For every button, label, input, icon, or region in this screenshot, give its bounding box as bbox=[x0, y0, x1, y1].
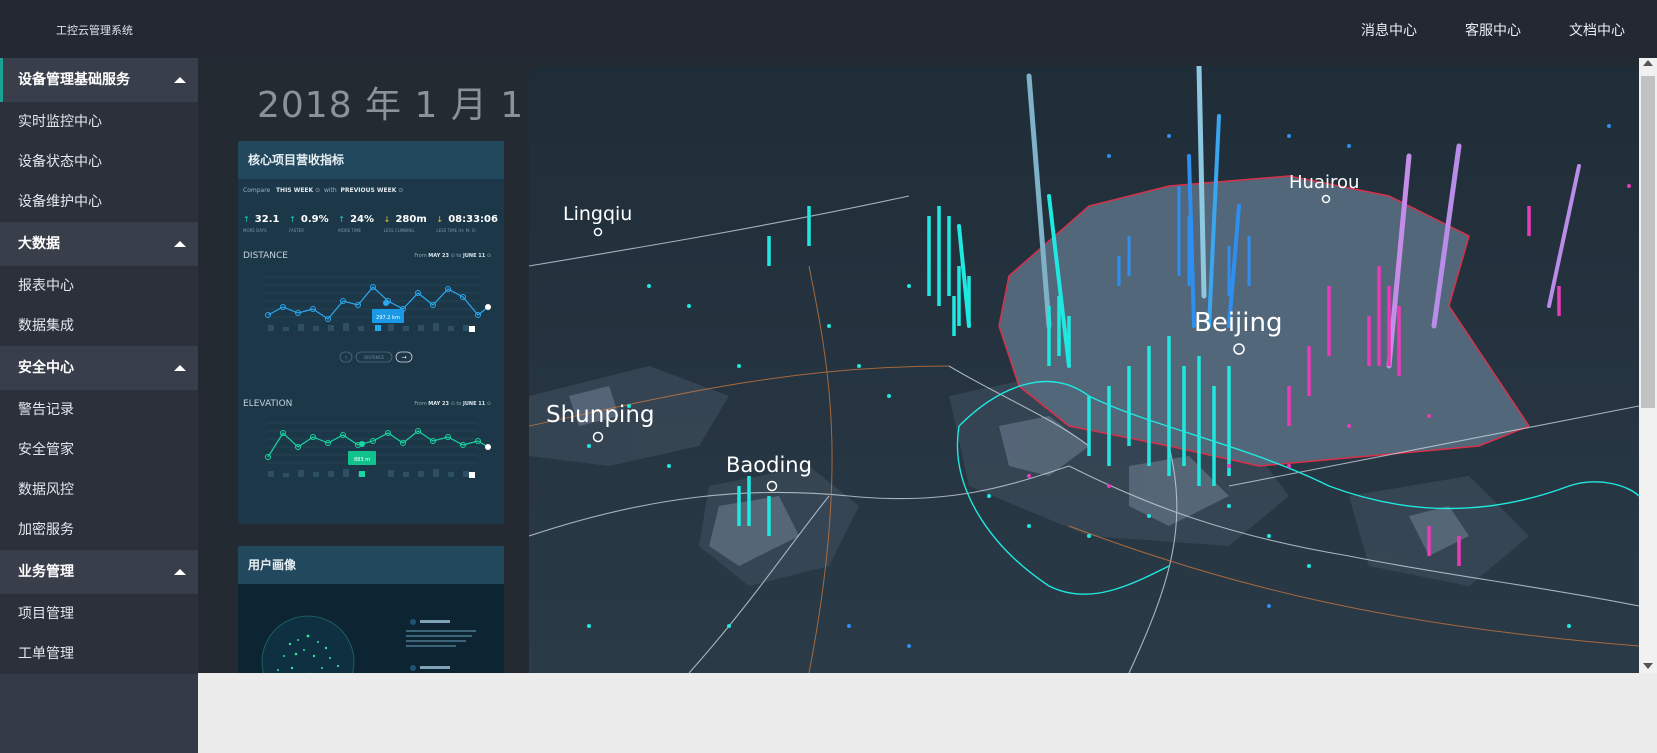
range-to-label: to bbox=[456, 401, 461, 407]
map-label-shunping: Shunping bbox=[546, 402, 655, 428]
compare-this-week[interactable]: THIS WEEK bbox=[276, 187, 313, 194]
top-nav: 消息中心 客服中心 文档中心 bbox=[1361, 20, 1625, 40]
stat-label: MORE DAYS bbox=[243, 228, 279, 233]
sidebar-item-work-orders[interactable]: 工单管理 bbox=[0, 634, 198, 674]
arrow-up-icon: ↑ bbox=[243, 215, 250, 224]
stat-value: 280m bbox=[395, 214, 426, 225]
stat-climbing: ↓ 280m LESS CLIMBING bbox=[384, 207, 427, 233]
sidebar-item-data-integration[interactable]: 数据集成 bbox=[0, 306, 198, 346]
stat-label: FASTER bbox=[289, 228, 329, 233]
range-start: MAY 23 bbox=[428, 401, 449, 407]
scroll-down-icon[interactable] bbox=[1643, 663, 1653, 669]
stat-value: 32.1 bbox=[255, 214, 280, 225]
range-from-label: From bbox=[414, 253, 426, 259]
sidebar-item-reports[interactable]: 报表中心 bbox=[0, 266, 198, 306]
compare-row: Compare THIS WEEK ⊙ with PREVIOUS WEEK ⊙ bbox=[243, 187, 403, 194]
sidebar-filler bbox=[0, 674, 198, 753]
user-profile-panel: 用户画像 bbox=[238, 546, 504, 673]
elevation-range[interactable]: From MAY 23 ⊙ to JUNE 11 ⊙ bbox=[414, 401, 491, 407]
arrow-down-icon: ↓ bbox=[436, 215, 443, 224]
sidebar-group-device-management[interactable]: 设备管理基础服务 bbox=[0, 58, 198, 102]
sidebar-item-realtime-monitor[interactable]: 实时监控中心 bbox=[0, 102, 198, 142]
elevation-label: ELEVATION bbox=[243, 399, 292, 409]
stat-time: ↑ 24% MORE TIME bbox=[338, 207, 374, 233]
stat-value: 08:33:06 bbox=[448, 214, 498, 225]
sidebar-item-alert-records[interactable]: 警告记录 bbox=[0, 390, 198, 430]
map-canvas[interactable]: Lingqiu Huairou Beijing Shunping Baoding bbox=[529, 66, 1639, 673]
stat-value: 0.9% bbox=[301, 214, 329, 225]
range-to-label: to bbox=[456, 253, 461, 259]
compare-with: with bbox=[324, 187, 337, 194]
elevation-tooltip-text: 883 m bbox=[354, 457, 370, 463]
vertical-scrollbar[interactable] bbox=[1639, 58, 1657, 673]
sidebar-item-projects[interactable]: 项目管理 bbox=[0, 594, 198, 634]
nav-documents[interactable]: 文档中心 bbox=[1569, 20, 1625, 40]
arrow-right-icon: → bbox=[401, 354, 406, 361]
panel-title: 用户画像 bbox=[238, 546, 504, 584]
elevation-sparkline: 883 m bbox=[238, 411, 504, 511]
caret-up-icon bbox=[174, 77, 186, 83]
stat-faster: ↑ 0.9% FASTER bbox=[289, 207, 329, 233]
globe-graphic bbox=[238, 584, 504, 673]
distance-range[interactable]: From MAY 23 ⊙ to JUNE 11 ⊙ bbox=[414, 253, 491, 259]
caret-up-icon bbox=[174, 365, 186, 371]
arrow-up-icon: ↑ bbox=[338, 215, 345, 224]
caret-up-icon bbox=[174, 241, 186, 247]
range-start: MAY 23 bbox=[428, 253, 449, 259]
arrow-down-icon: ↓ bbox=[384, 215, 391, 224]
sidebar-group-security[interactable]: 安全中心 bbox=[0, 346, 198, 390]
sidebar: 设备管理基础服务 实时监控中心 设备状态中心 设备维护中心 大数据 报表中心 数… bbox=[0, 58, 198, 717]
sidebar-group-label: 安全中心 bbox=[18, 360, 74, 376]
stat-less-time: ↓ 08:33:06 LESS TIME (H: M: S) bbox=[436, 207, 498, 233]
main-content: 2018 年 1 月 1 日 核心项目营收指标 Compare THIS WEE… bbox=[198, 58, 1639, 673]
map-label-huairou: Huairou bbox=[1289, 172, 1359, 193]
stat-days: ↑ 32.1 MORE DAYS bbox=[243, 207, 279, 233]
nav-customer-service[interactable]: 客服中心 bbox=[1465, 20, 1521, 40]
sidebar-item-risk-control[interactable]: 数据风控 bbox=[0, 470, 198, 510]
map-label-beijing: Beijing bbox=[1194, 308, 1283, 338]
date-heading: 2018 年 1 月 1 日 bbox=[257, 76, 574, 128]
stat-label: LESS CLIMBING bbox=[384, 228, 427, 233]
arrow-left-icon: ‹ bbox=[345, 354, 347, 361]
distance-sparkline: 297.2 km ‹ DISTANCE → bbox=[238, 263, 504, 373]
stats-row: ↑ 32.1 MORE DAYS ↑ 0.9% FASTER ↑ 24% MORE T… bbox=[243, 207, 498, 233]
sidebar-item-security-butler[interactable]: 安全管家 bbox=[0, 430, 198, 470]
compare-label: Compare bbox=[243, 187, 270, 194]
sidebar-group-big-data[interactable]: 大数据 bbox=[0, 222, 198, 266]
arrow-up-icon: ↑ bbox=[289, 215, 296, 224]
app-title: 工控云管理系统 bbox=[56, 22, 133, 38]
compare-previous-week[interactable]: PREVIOUS WEEK bbox=[341, 187, 397, 194]
stat-label: MORE TIME bbox=[338, 228, 374, 233]
revenue-panel: 核心项目营收指标 Compare THIS WEEK ⊙ with PREVIO… bbox=[238, 141, 504, 524]
sidebar-item-encryption[interactable]: 加密服务 bbox=[0, 510, 198, 550]
distance-tooltip-text: 297.2 km bbox=[376, 315, 400, 321]
sidebar-group-label: 业务管理 bbox=[18, 564, 74, 580]
map-label-baoding: Baoding bbox=[726, 453, 812, 477]
map-view[interactable]: Lingqiu Huairou Beijing Shunping Baoding bbox=[529, 66, 1639, 673]
map-label-lingqiu: Lingqiu bbox=[563, 203, 632, 225]
panel-title: 核心项目营收指标 bbox=[238, 141, 504, 179]
stat-value: 24% bbox=[350, 214, 374, 225]
top-bar: 工控云管理系统 消息中心 客服中心 文档中心 bbox=[0, 0, 1657, 58]
scroll-up-icon[interactable] bbox=[1643, 60, 1653, 66]
nav-messages[interactable]: 消息中心 bbox=[1361, 20, 1417, 40]
distance-label: DISTANCE bbox=[243, 251, 288, 261]
scroll-thumb[interactable] bbox=[1641, 76, 1655, 408]
sidebar-item-device-status[interactable]: 设备状态中心 bbox=[0, 142, 198, 182]
sidebar-group-label: 设备管理基础服务 bbox=[18, 72, 130, 88]
sidebar-group-label: 大数据 bbox=[18, 236, 60, 252]
footer-blank bbox=[198, 673, 1657, 717]
sidebar-group-business[interactable]: 业务管理 bbox=[0, 550, 198, 594]
range-end: JUNE 11 bbox=[463, 253, 485, 259]
distance-dropdown-label: DISTANCE bbox=[364, 355, 384, 360]
stat-label: LESS TIME (H: M: S) bbox=[436, 228, 498, 233]
range-end: JUNE 11 bbox=[463, 401, 485, 407]
sidebar-item-device-maintenance[interactable]: 设备维护中心 bbox=[0, 182, 198, 222]
caret-up-icon bbox=[174, 569, 186, 575]
range-from-label: From bbox=[414, 401, 426, 407]
